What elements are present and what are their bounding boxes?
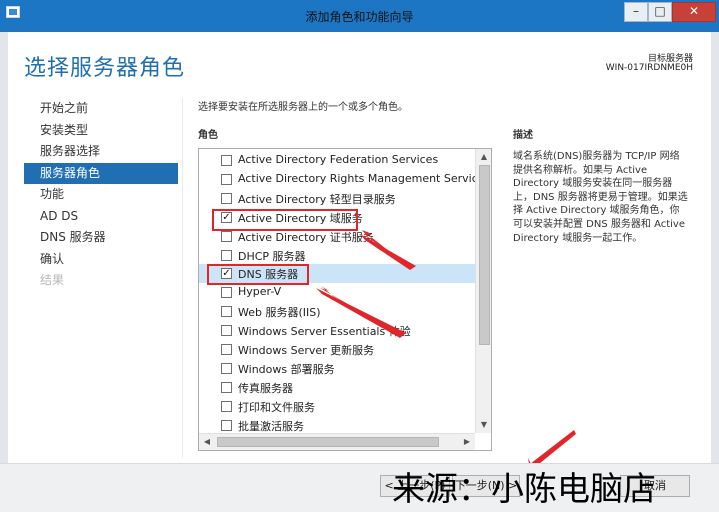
minimize-button[interactable]: –: [624, 2, 648, 22]
roles-list[interactable]: 批量激活服务 打印和文件服务 传真服务器 Windows 部署服务 Windows Se…: [198, 148, 492, 451]
role-item[interactable]: Windows Server Essentials 体验: [199, 321, 475, 340]
description-text: 域名系统(DNS)服务器为 TCP/IP 网络提供名称解析。如果与 Active…: [513, 151, 688, 244]
role-checkbox[interactable]: [221, 400, 232, 412]
title-bar: 添加角色和功能向导 – □ ✕: [0, 0, 719, 32]
nav-divider: [182, 98, 183, 458]
role-label: Active Directory Rights Management Servi…: [238, 171, 491, 185]
nav-item: 结果: [40, 273, 65, 287]
role-label: Hyper-V: [238, 285, 282, 299]
role-checkbox[interactable]: [221, 419, 232, 431]
role-checkbox[interactable]: [221, 306, 232, 318]
wizard-nav: 开始之前 安装类型 服务器选择 服务器角色 功能 AD DS DNS 服务器 确认结果: [24, 98, 178, 292]
nav-item[interactable]: 服务器角色: [24, 162, 178, 184]
role-label: Active Directory Federation Services: [238, 153, 439, 166]
nav-item[interactable]: 服务器选择: [24, 141, 178, 163]
role-label: 批量激活服务: [238, 419, 304, 433]
horizontal-scrollbar[interactable]: ◀ ▶: [199, 433, 475, 450]
scroll-thumb[interactable]: [479, 165, 490, 345]
annotation-box-dns: [207, 264, 309, 285]
annotation-box-ad-ds: [212, 209, 358, 231]
role-label: Windows Server 更新服务: [238, 344, 375, 357]
nav-item[interactable]: DNS 服务器: [24, 227, 178, 249]
role-item[interactable]: Active Directory Federation Services: [199, 151, 475, 170]
h-scroll-thumb[interactable]: [217, 437, 439, 447]
role-label: DHCP 服务器: [238, 249, 306, 263]
scroll-left-icon[interactable]: ◀: [199, 434, 215, 450]
close-button[interactable]: ✕: [672, 2, 716, 22]
role-item[interactable]: Windows Server 更新服务: [199, 340, 475, 359]
role-label: Web 服务器(IIS): [238, 306, 321, 320]
role-checkbox[interactable]: [221, 362, 232, 374]
description-header: 描述: [513, 130, 533, 141]
scroll-down-icon[interactable]: ▼: [476, 417, 491, 433]
role-checkbox[interactable]: [221, 287, 232, 299]
role-label: Windows 部署服务: [238, 362, 335, 376]
role-item[interactable]: 批量激活服务: [199, 416, 475, 435]
roles-header: 角色: [198, 130, 218, 141]
role-item[interactable]: 打印和文件服务: [199, 397, 475, 416]
nav-item[interactable]: 安装类型: [24, 120, 178, 142]
intro-text: 选择要安装在所选服务器上的一个或多个角色。: [198, 102, 408, 113]
window-title: 添加角色和功能向导: [305, 10, 414, 24]
scroll-up-icon[interactable]: ▲: [476, 149, 491, 165]
role-item[interactable]: DHCP 服务器: [199, 246, 475, 265]
role-checkbox[interactable]: [221, 173, 232, 185]
role-label: Windows Server Essentials 体验: [238, 325, 411, 339]
vertical-scrollbar[interactable]: ▲ ▼: [475, 149, 491, 433]
role-label: 打印和文件服务: [238, 400, 315, 414]
scroll-right-icon[interactable]: ▶: [459, 434, 475, 450]
role-item[interactable]: Active Directory Rights Management Servi…: [199, 170, 490, 189]
role-checkbox[interactable]: [221, 381, 232, 393]
role-checkbox[interactable]: [221, 230, 232, 242]
role-item[interactable]: Web 服务器(IIS): [199, 302, 475, 321]
role-item[interactable]: Active Directory 轻型目录服务: [199, 189, 475, 208]
role-label: 传真服务器: [238, 381, 293, 395]
nav-item[interactable]: 开始之前: [24, 98, 178, 120]
role-item[interactable]: Windows 部署服务: [199, 359, 475, 378]
role-item[interactable]: 传真服务器: [199, 378, 475, 397]
nav-item[interactable]: AD DS: [24, 206, 178, 228]
wizard-content: 选择服务器角色 目标服务器 WIN-017IRDNME0H 开始之前 安装类型 服务…: [8, 32, 711, 512]
role-label: Active Directory 轻型目录服务: [238, 192, 396, 206]
nav-item[interactable]: 确认: [24, 249, 178, 271]
role-checkbox[interactable]: [221, 344, 232, 355]
role-checkbox[interactable]: [221, 325, 232, 337]
watermark-text: 来源：小陈电脑店: [392, 469, 656, 508]
role-checkbox[interactable]: [221, 192, 232, 204]
maximize-button[interactable]: □: [648, 2, 672, 22]
role-checkbox[interactable]: [221, 155, 232, 166]
page-title: 选择服务器角色: [24, 56, 186, 81]
role-checkbox[interactable]: [221, 249, 232, 261]
role-item[interactable]: Hyper-V: [199, 283, 475, 302]
destination-server-value: WIN-017IRDNME0H: [605, 63, 693, 73]
nav-item[interactable]: 功能: [24, 184, 178, 206]
